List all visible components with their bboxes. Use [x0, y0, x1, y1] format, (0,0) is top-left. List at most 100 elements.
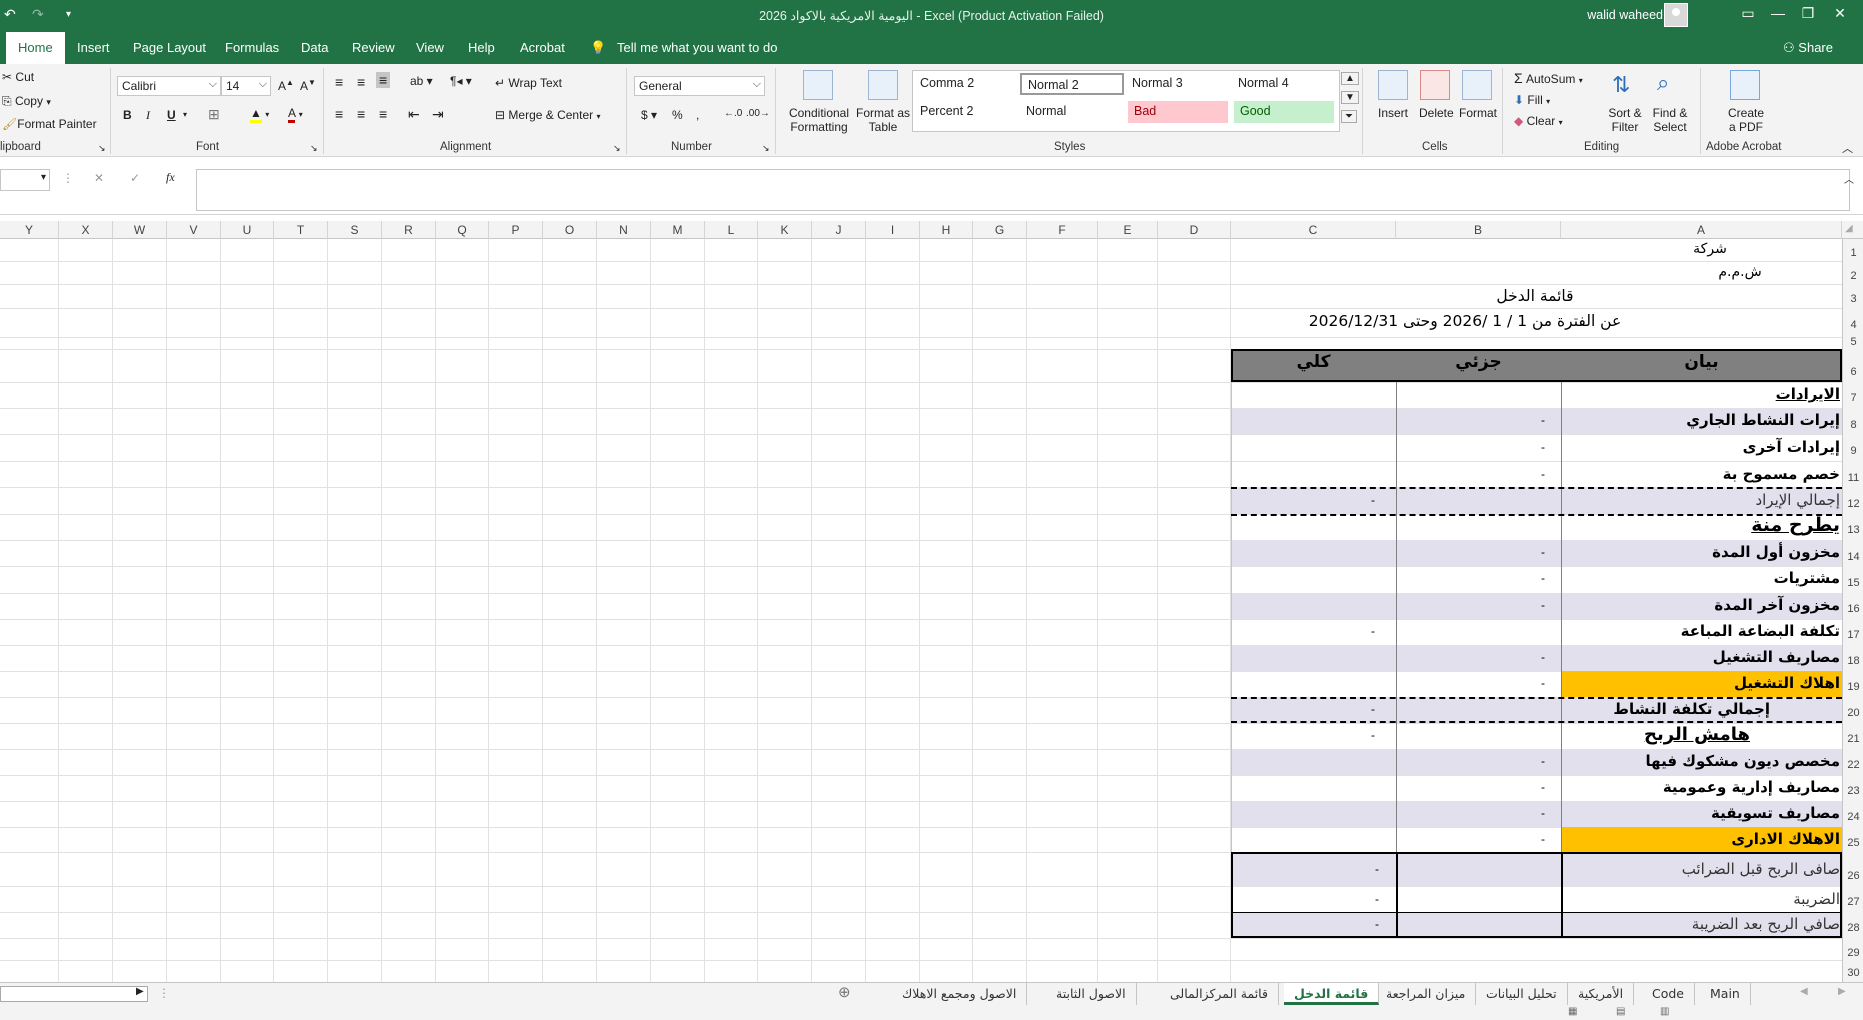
column-header[interactable]: E — [1098, 221, 1158, 239]
cancel-icon[interactable]: ✕ — [94, 171, 104, 185]
sheet-tab[interactable]: الاصول ومجمع الاهلاك — [892, 983, 1028, 1005]
scroll-right-icon[interactable]: ▶ — [136, 986, 144, 997]
row-header[interactable]: 6 — [1843, 366, 1863, 378]
column-header[interactable]: L — [705, 221, 758, 239]
row-header[interactable]: 3 — [1843, 293, 1863, 305]
row-header[interactable]: 30 — [1843, 967, 1863, 979]
row-header[interactable]: 23 — [1843, 785, 1863, 797]
style-normal-2[interactable]: Normal 2 — [1020, 73, 1124, 95]
row-header[interactable]: 13 — [1843, 524, 1863, 536]
select-all-icon[interactable]: ◢ — [1845, 223, 1853, 234]
clear-button[interactable]: ◆ Clear ▾ — [1514, 114, 1563, 128]
grow-font-icon[interactable]: A▲ — [278, 78, 294, 93]
autosum-button[interactable]: Σ AutoSum ▾ — [1514, 70, 1583, 86]
sheet-tab[interactable]: تحليل البيانات — [1476, 983, 1568, 1005]
row-header[interactable]: 21 — [1843, 733, 1863, 745]
column-header[interactable]: D — [1158, 221, 1231, 239]
horizontal-scrollbar[interactable] — [0, 986, 148, 1002]
insert-cells-button[interactable]: Insert — [1378, 106, 1408, 120]
minimize-icon[interactable]: — — [1763, 5, 1793, 21]
styles-scroll-up-icon[interactable]: ▲ — [1341, 72, 1359, 85]
line-label[interactable]: مصاريف إدارية وعمومية — [1663, 778, 1840, 796]
styles-scroll-down-icon[interactable]: ▼ — [1341, 91, 1359, 104]
tab-insert[interactable]: Insert — [77, 40, 110, 55]
report-period[interactable]: عن الفترة من 1 / 1 /2026 وحتى 2026/12/31 — [1230, 312, 1700, 330]
total-value[interactable]: - — [1371, 624, 1375, 638]
chevron-down-icon[interactable]: ▾ — [183, 110, 187, 119]
column-header[interactable]: Q — [436, 221, 489, 239]
increase-indent-icon[interactable]: ⇥ — [432, 106, 444, 123]
expand-formula-icon[interactable]: ︿ — [1844, 171, 1854, 186]
font-color-icon[interactable]: A ▾ — [288, 106, 303, 123]
style-normal[interactable]: Normal — [1020, 101, 1124, 123]
line-label[interactable]: الضريبة — [1793, 890, 1840, 908]
style-percent-2[interactable]: Percent 2 — [914, 101, 1018, 123]
scroll-tabs-left-icon[interactable]: ◀ — [1800, 986, 1808, 997]
column-header[interactable]: N — [597, 221, 651, 239]
column-header[interactable]: O — [543, 221, 597, 239]
merge-center-button[interactable]: ⊟ Merge & Center ▾ — [495, 108, 600, 122]
line-label[interactable]: إيرات النشاط الجاري — [1686, 411, 1840, 429]
font-size-select[interactable]: 14 ⌵ — [221, 76, 271, 96]
sheet-tab[interactable]: الأمريكية — [1568, 983, 1635, 1005]
column-header[interactable]: W — [113, 221, 167, 239]
column-header[interactable]: Y — [0, 221, 59, 239]
enter-icon[interactable]: ✓ — [130, 171, 140, 185]
row-header[interactable]: 22 — [1843, 759, 1863, 771]
row-header[interactable]: 14 — [1843, 551, 1863, 563]
line-label[interactable]: مصاريف تسويقية — [1711, 804, 1840, 822]
column-header[interactable]: P — [489, 221, 543, 239]
column-header[interactable]: I — [866, 221, 920, 239]
row-header[interactable]: 4 — [1843, 319, 1863, 331]
column-header[interactable]: X — [59, 221, 113, 239]
total-value[interactable]: - — [1371, 702, 1375, 716]
column-header[interactable]: H — [920, 221, 973, 239]
normal-view-icon[interactable]: ▦ — [1568, 1006, 1577, 1017]
row-header[interactable]: 18 — [1843, 655, 1863, 667]
column-header[interactable]: R — [382, 221, 436, 239]
row-header[interactable]: 7 — [1843, 392, 1863, 404]
number-launcher-icon[interactable]: ↘ — [762, 143, 770, 154]
format-cells-button[interactable]: Format — [1459, 106, 1497, 120]
line-label[interactable]: خصم مسموح بة — [1723, 465, 1840, 483]
format-painter-button[interactable]: 🖌Format Painter — [2, 117, 97, 131]
conditional-formatting-button[interactable]: Conditional Formatting — [785, 106, 853, 134]
partial-value[interactable]: - — [1541, 440, 1545, 454]
column-header[interactable]: G — [973, 221, 1027, 239]
wrap-text-button[interactable]: ↵ Wrap Text — [495, 76, 562, 90]
line-label[interactable]: صافي الربح بعد الضريبة — [1692, 915, 1840, 933]
comma-icon[interactable]: , — [696, 108, 699, 122]
column-header[interactable]: F — [1027, 221, 1098, 239]
total-value[interactable]: - — [1375, 917, 1379, 931]
align-top-icon[interactable]: ≡ — [335, 74, 343, 90]
total-value[interactable]: - — [1375, 892, 1379, 906]
underline-button[interactable]: U — [167, 108, 176, 122]
style-comma-2[interactable]: Comma 2 — [914, 73, 1018, 95]
line-label[interactable]: صافى الربح قبل الضرائب — [1682, 860, 1840, 878]
total-value[interactable]: - — [1371, 728, 1375, 742]
tab-view[interactable]: View — [416, 40, 444, 55]
row-header[interactable]: 29 — [1843, 947, 1863, 959]
line-label[interactable]: تكلفة البضاعة المباعة — [1681, 622, 1840, 640]
column-header[interactable]: U — [221, 221, 274, 239]
partial-value[interactable]: - — [1541, 650, 1545, 664]
column-header[interactable]: C — [1231, 221, 1396, 239]
row-header[interactable]: 1 — [1843, 247, 1863, 259]
scroll-tabs-right-icon[interactable]: ▶ — [1838, 986, 1846, 997]
partial-value[interactable]: - — [1541, 754, 1545, 768]
style-normal-3[interactable]: Normal 3 — [1126, 73, 1230, 95]
line-label[interactable]: مخزون أول المدة — [1712, 543, 1840, 561]
format-as-table-button[interactable]: Format as Table — [855, 106, 911, 134]
partial-value[interactable]: - — [1541, 832, 1545, 846]
total-value[interactable]: - — [1371, 493, 1375, 507]
column-header[interactable]: S — [328, 221, 382, 239]
user-name[interactable]: walid waheed — [1587, 8, 1663, 22]
style-good[interactable]: Good — [1234, 101, 1334, 123]
row-header[interactable]: 16 — [1843, 603, 1863, 615]
tab-help[interactable]: Help — [468, 40, 495, 55]
borders-icon[interactable]: ⊞ — [208, 106, 220, 123]
create-pdf-button[interactable]: Create a PDF — [1724, 106, 1768, 134]
align-left-icon[interactable]: ≡ — [335, 106, 343, 122]
column-header[interactable]: A — [1561, 221, 1842, 239]
sheet-tab-active[interactable]: قائمة الدخل — [1284, 983, 1380, 1005]
